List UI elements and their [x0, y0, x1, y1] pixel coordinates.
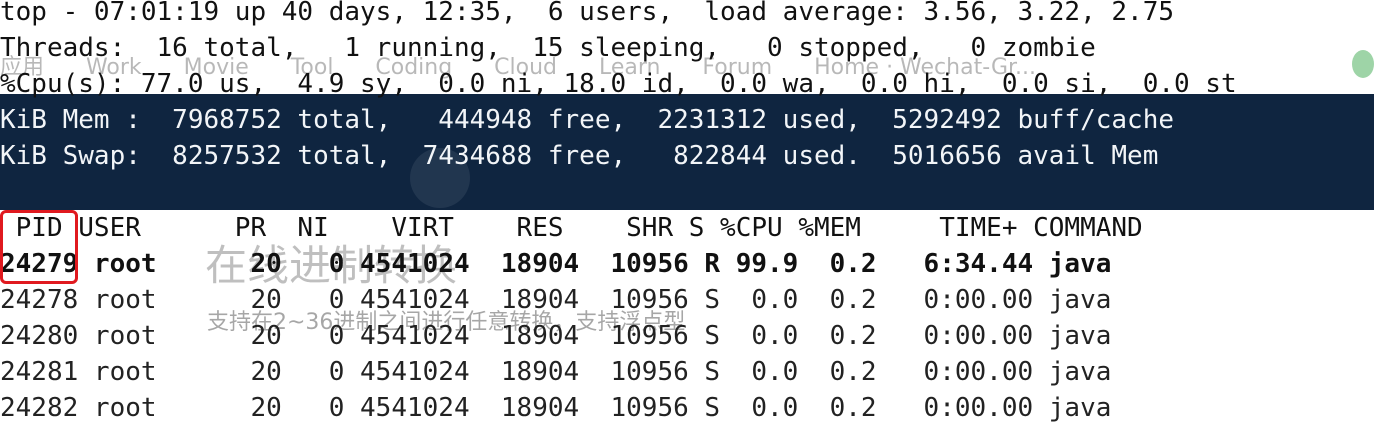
- table-row: 24282 root 20 0 4541024 18904 10956 S 0.…: [0, 393, 1112, 423]
- swap-line: KiB Swap: 8257532 total, 7434688 free, 8…: [0, 141, 1159, 171]
- table-row: 24279 root 20 0 4541024 18904 10956 R 99…: [0, 249, 1112, 279]
- process-table-header: PID USER PR NI VIRT RES SHR S %CPU %MEM …: [0, 213, 1143, 243]
- uptime-load-line: top - 07:01:19 up 40 days, 12:35, 6 user…: [0, 0, 1174, 27]
- mem-line: KiB Mem : 7968752 total, 444948 free, 22…: [0, 105, 1174, 135]
- table-row: 24278 root 20 0 4541024 18904 10956 S 0.…: [0, 285, 1112, 315]
- threads-line: Threads: 16 total, 1 running, 15 sleepin…: [0, 33, 1096, 63]
- cpu-line: %Cpu(s): 77.0 us, 4.9 sy, 0.0 ni, 18.0 i…: [0, 69, 1237, 99]
- table-row: 24281 root 20 0 4541024 18904 10956 S 0.…: [0, 357, 1112, 387]
- pid-highlight-box: [0, 210, 78, 284]
- table-row: 24280 root 20 0 4541024 18904 10956 S 0.…: [0, 321, 1112, 351]
